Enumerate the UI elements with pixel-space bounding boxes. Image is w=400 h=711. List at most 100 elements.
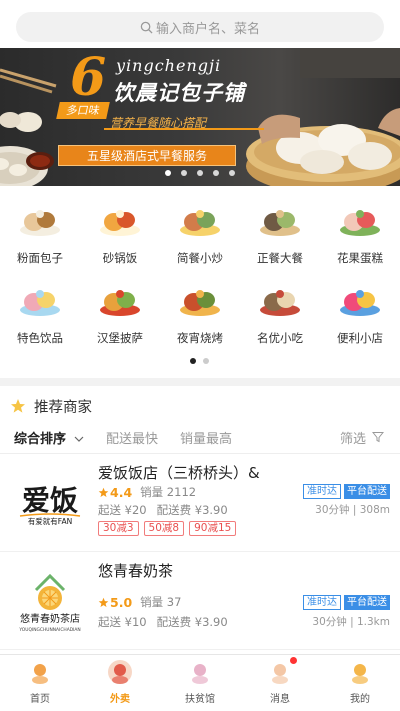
banner-page-dot [229,170,235,176]
tab-label: 我的 [350,694,370,705]
shop-rating: 4.4 [110,484,133,500]
promo-badge: 90减15 [189,521,237,536]
tab-item[interactable]: 我的 [320,659,400,705]
category-label: 特色饮品 [17,331,63,345]
shop-rating-row: 5.0 销量 37 [98,594,181,610]
search-bar: 输入商户名、菜名 [0,0,400,48]
drink-icon [20,290,60,316]
search-placeholder: 输入商户名、菜名 [155,21,260,37]
category-label: 名优小吃 [257,331,303,345]
banner-pinyin: yingchengji [116,56,222,75]
category-label: 便利小店 [337,331,383,345]
sort-bar: 综合排序 配送最快 销量最高 筛选 [0,426,400,454]
ontime-tag: 准时达 [303,484,341,499]
message-icon [272,664,288,684]
banner-page-dot [181,170,187,176]
bottom-tab-bar: 首页 外卖 扶贫馆 消息 我的 [0,654,400,711]
shop-min-order: 起送 ¥10 [98,615,147,629]
platform-delivery-tag: 平台配送 [344,595,390,610]
tab-label: 扶贫馆 [185,694,215,705]
promo-badge: 30减3 [98,521,139,536]
noodle-bun-icon [20,210,60,236]
shop-distance: 30分钟 | 308m [315,504,390,516]
banner-underline [104,128,264,130]
category-item[interactable]: 特色饮品 [0,282,80,352]
shop-card[interactable]: 悠青春奶茶店 YOUQINGCHUNNAICHADIAN 悠青春奶茶 5.0 销… [0,552,400,650]
category-item[interactable]: 名优小吃 [240,282,320,352]
category-item[interactable]: 便利小店 [320,282,400,352]
category-label: 正餐大餐 [257,251,303,265]
aifan-logo-text: 爱饭 [22,484,78,517]
shop-sales: 销量 2112 [140,485,197,499]
shop-name: 爱饭饭店（三桥桥头）& [98,464,260,482]
platform-delivery-tag: 平台配送 [344,484,390,499]
filter-icon [372,432,385,443]
shop-min-order: 起送 ¥20 [98,503,147,517]
recommend-title: 推荐商家 [34,399,92,416]
sort-comprehensive[interactable]: 综合排序 [14,428,84,447]
tab-item[interactable]: 首页 [0,659,80,705]
rating-star-icon [98,487,109,497]
takeout-icon [108,660,132,684]
shop-distance: 30分钟 | 1.3km [312,616,390,628]
tab-item[interactable]: 消息 [240,657,320,705]
shop-logo-aifan: 爱饭 有爱就有FAN [19,484,81,526]
category-page-dot [203,358,209,364]
ontime-tag: 准时达 [303,595,341,610]
banner-number: 6 [70,48,107,108]
tab-item[interactable]: 扶贫馆 [160,659,240,705]
shop-tags: 准时达 平台配送 [303,595,390,610]
claypot-rice-icon [100,210,140,236]
banner-service-label: 五星级酒店式早餐服务 [58,145,236,166]
shop-fees: 起送 ¥10 配送费 ¥3.90 [98,614,228,630]
sort-fastest[interactable]: 配送最快 [106,428,158,447]
category-item[interactable]: 粉面包子 [0,202,80,272]
chevron-down-icon [74,436,83,442]
category-item[interactable]: 砂锅饭 [80,202,160,272]
snack-icon [260,290,300,316]
promo-badge: 50减8 [143,521,185,536]
youqing-logo-pinyin: YOUQINGCHUNNAICHADIAN [18,627,80,633]
profile-icon [352,664,368,684]
shop-rating-row: 4.4 销量 2112 [98,484,196,500]
app-screen: 输入商户名、菜名 6 多口味 yingchengji 饮晨记包子铺 营养早餐随心… [0,0,400,711]
tab-label: 首页 [30,694,50,705]
banner-page-dot [197,170,203,176]
tab-label: 消息 [270,694,290,705]
filter-button[interactable]: 筛选 [340,428,385,447]
notification-badge [290,657,297,664]
home-icon [32,664,48,684]
category-item[interactable]: 简餐小炒 [160,202,240,272]
category-label: 花果蛋糕 [337,251,383,265]
burger-icon [100,290,140,316]
shop-sales: 销量 37 [140,595,182,609]
feast-icon [260,210,300,236]
tab-label: 外卖 [110,694,130,705]
category-label: 简餐小炒 [177,251,223,265]
shop-name: 悠青春奶茶 [98,562,174,580]
category-item[interactable]: 正餐大餐 [240,202,320,272]
rating-star-icon [98,597,109,607]
category-page-dot [190,358,196,364]
sort-top-sales[interactable]: 销量最高 [180,428,232,447]
cake-icon [340,210,380,236]
category-item[interactable]: 汉堡披萨 [80,282,160,352]
tab-item[interactable]: 外卖 [80,659,160,705]
shop-delivery-fee: 配送费 ¥3.90 [156,615,228,629]
search-input[interactable]: 输入商户名、菜名 [16,12,384,42]
category-item[interactable]: 夜宵烧烤 [160,282,240,352]
category-label: 砂锅饭 [102,251,138,265]
shop-tags: 准时达 平台配送 [303,484,390,499]
search-icon [140,21,153,34]
poverty-aid-icon [192,664,208,684]
shop-promos: 30减3 50减8 90减15 [98,521,241,536]
shop-card[interactable]: 爱饭 有爱就有FAN 爱饭饭店（三桥桥头）& 4.4 销量 2112 起送 ¥2… [0,454,400,552]
stir-fry-icon [180,210,220,236]
recommend-header: 推荐商家 [0,386,400,426]
banner-page-dot [165,170,171,176]
category-item[interactable]: 花果蛋糕 [320,202,400,272]
sort-comprehensive-label: 综合排序 [14,432,67,447]
youqing-logo-text: 悠青春奶茶店 [20,612,80,625]
promo-banner[interactable]: 6 多口味 yingchengji 饮晨记包子铺 营养早餐随心搭配 五星级酒店式… [0,48,400,186]
banner-title: 饮晨记包子铺 [113,81,245,105]
